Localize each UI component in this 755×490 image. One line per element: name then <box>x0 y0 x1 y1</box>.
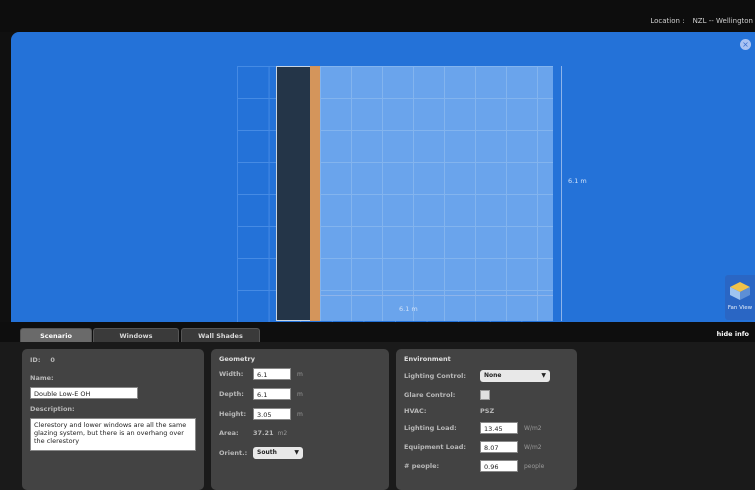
location-label: Location : <box>650 17 685 25</box>
environment-panel: Environment Lighting Control: None ▼ Gla… <box>396 349 577 490</box>
id-value: 0 <box>50 356 55 364</box>
top-bar: Location : NZL -- Wellington <box>0 0 755 32</box>
people-input[interactable]: 0.96 <box>480 460 518 472</box>
width-input[interactable]: 6.1 <box>253 368 291 380</box>
area-label: Area: <box>219 429 239 437</box>
width-label: Width: <box>219 370 244 378</box>
close-icon[interactable]: × <box>740 39 751 50</box>
width-dimension-label: 6.1 m <box>399 305 418 313</box>
depth-label: Depth: <box>219 390 244 398</box>
equipment-load-unit: W/m2 <box>524 443 542 451</box>
environment-title: Environment <box>404 355 451 363</box>
hvac-value: PSZ <box>480 407 495 415</box>
glare-control-label: Glare Control: <box>404 391 456 399</box>
depth-unit: m <box>297 390 303 398</box>
depth-dimension-label: 6.1 m <box>568 177 587 185</box>
fan-view-icon <box>730 282 750 300</box>
description-label: Description: <box>30 405 75 413</box>
glare-control-checkbox[interactable] <box>480 390 490 400</box>
id-label: ID: <box>30 356 41 364</box>
orientation-select[interactable]: South ▼ <box>253 447 303 459</box>
height-unit: m <box>297 410 303 418</box>
location-value[interactable]: NZL -- Wellington <box>693 17 753 25</box>
lighting-control-value: None <box>484 372 502 379</box>
lighting-load-unit: W/m2 <box>524 424 542 432</box>
room-viewport[interactable]: × 6.1 m 6.1 m Fan View <box>11 32 755 322</box>
info-area: ID: 0 Name: Double Low-E OH Description:… <box>0 342 755 490</box>
height-input[interactable]: 3.05 <box>253 408 291 420</box>
people-unit: people <box>524 462 545 470</box>
fan-view-button[interactable]: Fan View <box>725 275 755 320</box>
overhang[interactable] <box>310 66 320 321</box>
geometry-panel: Geometry Width: 6.1 m Depth: 6.1 m Heigh… <box>211 349 389 490</box>
name-label: Name: <box>30 374 54 382</box>
name-field[interactable]: Double Low-E OH <box>30 387 138 399</box>
tab-scenario[interactable]: Scenario <box>20 328 92 342</box>
lighting-control-label: Lighting Control: <box>404 372 466 380</box>
height-label: Height: <box>219 410 247 418</box>
lighting-load-input[interactable]: 13.45 <box>480 422 518 434</box>
room-floor <box>320 66 553 321</box>
orientation-label: Orient.: <box>219 449 248 457</box>
tab-wall-shades[interactable]: Wall Shades <box>181 328 260 342</box>
window-wall[interactable] <box>276 66 311 321</box>
tab-windows[interactable]: Windows <box>93 328 179 342</box>
lighting-load-label: Lighting Load: <box>404 424 457 432</box>
equipment-load-label: Equipment Load: <box>404 443 467 451</box>
geometry-title: Geometry <box>219 355 255 363</box>
width-dimension-line <box>320 295 553 296</box>
depth-input[interactable]: 6.1 <box>253 388 291 400</box>
area-value: 37.21 <box>253 429 274 437</box>
chevron-down-icon: ▼ <box>294 449 299 456</box>
people-label: # people: <box>404 462 440 470</box>
fan-view-label: Fan View <box>727 305 753 311</box>
chevron-down-icon: ▼ <box>541 372 546 379</box>
scenario-panel: ID: 0 Name: Double Low-E OH Description:… <box>22 349 204 490</box>
description-field[interactable]: Clerestory and lower windows are all the… <box>30 418 196 451</box>
width-unit: m <box>297 370 303 378</box>
depth-dimension-line <box>561 66 562 321</box>
lighting-control-select[interactable]: None ▼ <box>480 370 550 382</box>
area-unit: m2 <box>277 429 288 437</box>
hide-info-link[interactable]: hide info <box>717 330 749 338</box>
equipment-load-input[interactable]: 8.07 <box>480 441 518 453</box>
tab-bar: Scenario Windows Wall Shades hide info <box>0 322 755 342</box>
hvac-label: HVAC: <box>404 407 427 415</box>
orientation-value: South <box>257 449 277 456</box>
location-indicator: Location : NZL -- Wellington <box>650 17 753 25</box>
